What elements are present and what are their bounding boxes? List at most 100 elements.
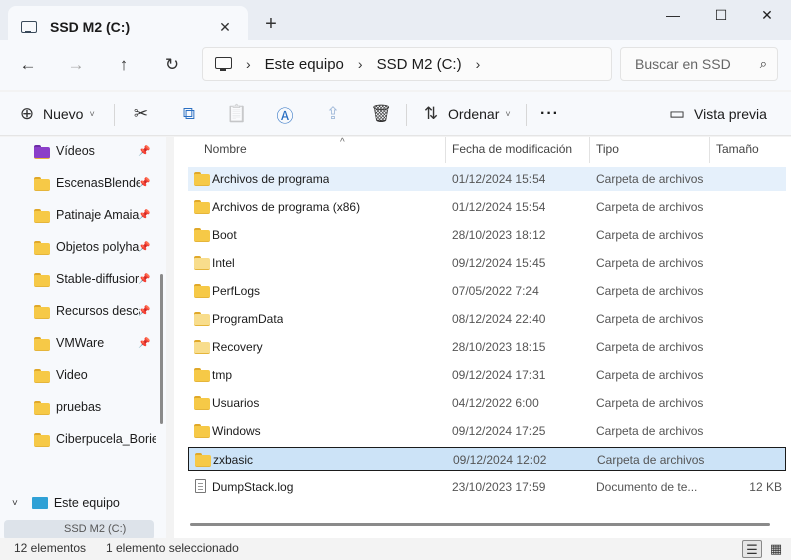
table-row[interactable]: Archivos de programa (x86) 01/12/2024 15… <box>188 195 786 219</box>
maximize-button[interactable]: ☐ <box>697 0 745 32</box>
file-size <box>708 223 782 247</box>
folder-icon <box>194 228 210 242</box>
column-header-type[interactable]: Tipo <box>590 137 708 163</box>
pin-icon: 📌 <box>138 209 151 221</box>
refresh-button[interactable]: ↻ <box>157 50 187 80</box>
details-view-icon[interactable]: ☰ <box>742 540 762 558</box>
preview-pane-button[interactable]: ▭ Vista previa <box>666 100 767 128</box>
close-tab-icon[interactable]: ✕ <box>214 16 236 38</box>
sidebar-item-pruebas[interactable]: pruebas <box>0 391 160 423</box>
address-bar[interactable]: › Este equipo › SSD M2 (C:) › <box>202 47 612 81</box>
new-tab-button[interactable]: + <box>258 12 284 38</box>
breadcrumb-ssd-m2[interactable]: SSD M2 (C:) <box>377 56 462 73</box>
rename-icon: Ⓐ <box>276 106 294 126</box>
status-bar: 12 elementos 1 elemento seleccionado ☰ ▦ <box>0 538 791 560</box>
table-row[interactable]: Boot 28/10/2023 18:12 Carpeta de archivo… <box>188 223 786 247</box>
table-row[interactable]: Recovery 28/10/2023 18:15 Carpeta de arc… <box>188 335 786 359</box>
column-header-date[interactable]: Fecha de modificación <box>446 137 589 163</box>
sidebar-item-escenasblender[interactable]: EscenasBlender 📌 <box>0 167 160 199</box>
folder-icon <box>194 172 210 186</box>
clipboard-icon: 📋 <box>226 104 248 123</box>
sidebar-item-stable-diffusion[interactable]: Stable-diffusior 📌 <box>0 263 160 295</box>
table-row[interactable]: Intel 09/12/2024 15:45 Carpeta de archiv… <box>188 251 786 275</box>
sidebar-item-label: Objetos polyha <box>56 240 140 254</box>
forward-button[interactable]: → <box>61 50 91 80</box>
tiles-view-icon[interactable]: ▦ <box>766 540 786 558</box>
horizontal-scrollbar[interactable] <box>190 523 770 526</box>
folder-icon <box>34 368 50 383</box>
close-window-button[interactable]: ✕ <box>743 0 791 32</box>
chevron-down-icon[interactable]: ˅ <box>12 498 18 509</box>
table-row[interactable]: Usuarios 04/12/2022 6:00 Carpeta de arch… <box>188 391 786 415</box>
table-row[interactable]: Windows 09/12/2024 17:25 Carpeta de arch… <box>188 419 786 443</box>
file-name: Usuarios <box>212 396 260 410</box>
breadcrumb-este-equipo[interactable]: Este equipo <box>265 56 344 73</box>
sidebar-item-este-equipo[interactable]: ˅ Este equipo <box>0 487 160 519</box>
file-size <box>709 448 783 472</box>
table-row[interactable]: DumpStack.log 23/10/2023 17:59 Documento… <box>188 475 786 499</box>
back-button[interactable]: ← <box>13 50 43 80</box>
sidebar-scrollbar[interactable] <box>160 274 163 424</box>
file-date: 04/12/2022 6:00 <box>452 396 539 410</box>
sort-icon: ⇅ <box>423 104 439 123</box>
share-button[interactable]: ⇪ <box>322 100 344 128</box>
pin-icon: 📌 <box>138 177 151 189</box>
pin-icon: 📌 <box>138 305 151 317</box>
sidebar-item-ssd-m2[interactable]: SSD M2 (C:) <box>4 520 154 538</box>
new-button[interactable]: ⊕ Nuevo ˅ <box>16 100 95 128</box>
copy-icon: ⧉ <box>182 104 196 123</box>
table-row[interactable]: PerfLogs 07/05/2022 7:24 Carpeta de arch… <box>188 279 786 303</box>
sidebar-item-recursos-desca[interactable]: Recursos desca 📌 <box>0 295 160 327</box>
sidebar-item-label: VMWare <box>56 336 105 350</box>
videos-folder-icon <box>34 144 50 159</box>
file-size <box>708 307 782 331</box>
sidebar-item-video[interactable]: Video <box>0 359 160 391</box>
sidebar-item-patinaje-amaia[interactable]: Patinaje Amaia 📌 <box>0 199 160 231</box>
minimize-button[interactable]: — <box>649 0 697 32</box>
search-icon[interactable]: ⌕ <box>760 48 767 80</box>
file-size <box>708 167 782 191</box>
folder-icon <box>34 176 50 191</box>
cut-button[interactable]: ✂ <box>130 100 152 128</box>
folder-icon <box>194 284 210 298</box>
file-type: Carpeta de archivos <box>596 340 704 354</box>
sidebar-item-label: EscenasBlender <box>56 176 140 190</box>
folder-icon <box>194 256 210 270</box>
column-header-name[interactable]: Nombre ^ <box>198 137 444 163</box>
sort-button[interactable]: ⇅ Ordenar ˅ <box>420 100 511 128</box>
file-type: Carpeta de archivos <box>597 453 705 467</box>
column-header-label: Nombre <box>204 142 247 156</box>
table-row[interactable]: ProgramData 08/12/2024 22:40 Carpeta de … <box>188 307 786 331</box>
sidebar-item-videos[interactable]: Vídeos 📌 <box>0 137 160 167</box>
table-row-selected[interactable]: zxbasic 09/12/2024 12:02 Carpeta de arch… <box>188 447 786 471</box>
file-date: 01/12/2024 15:54 <box>452 200 546 214</box>
divider <box>526 104 527 126</box>
search-placeholder: Buscar en SSD <box>635 56 731 72</box>
breadcrumb-separator[interactable]: › <box>246 56 251 72</box>
file-type: Carpeta de archivos <box>596 396 704 410</box>
sidebar-item-vmware[interactable]: VMWare 📌 <box>0 327 160 359</box>
up-button[interactable]: ↑ <box>109 50 139 80</box>
file-date: 07/05/2022 7:24 <box>452 284 539 298</box>
pin-icon: 📌 <box>138 337 151 349</box>
breadcrumb-separator[interactable]: › <box>476 56 481 72</box>
column-header-size[interactable]: Tamaño <box>710 137 780 163</box>
search-input[interactable]: Buscar en SSD ⌕ <box>620 47 778 81</box>
paste-button[interactable]: 📋 <box>226 100 248 128</box>
folder-icon <box>194 396 210 410</box>
file-size <box>708 419 782 443</box>
rename-button[interactable]: Ⓐ <box>274 100 296 128</box>
delete-button[interactable]: 🗑 <box>370 100 392 128</box>
sidebar-item-objetos-polyha[interactable]: Objetos polyha 📌 <box>0 231 160 263</box>
copy-button[interactable]: ⧉ <box>178 100 200 128</box>
drive-icon <box>20 20 38 34</box>
table-row[interactable]: Archivos de programa 01/12/2024 15:54 Ca… <box>188 167 786 191</box>
breadcrumb-separator[interactable]: › <box>358 56 363 72</box>
sidebar-item-ciberpucela-boriel[interactable]: Ciberpucela_Boriel <box>0 423 160 455</box>
sidebar-item-label: Patinaje Amaia <box>56 208 140 222</box>
more-options-button[interactable]: ··· <box>540 100 559 128</box>
folder-icon <box>34 240 50 255</box>
table-row[interactable]: tmp 09/12/2024 17:31 Carpeta de archivos <box>188 363 786 387</box>
folder-icon <box>194 200 210 214</box>
sort-ascending-icon: ^ <box>340 137 345 148</box>
